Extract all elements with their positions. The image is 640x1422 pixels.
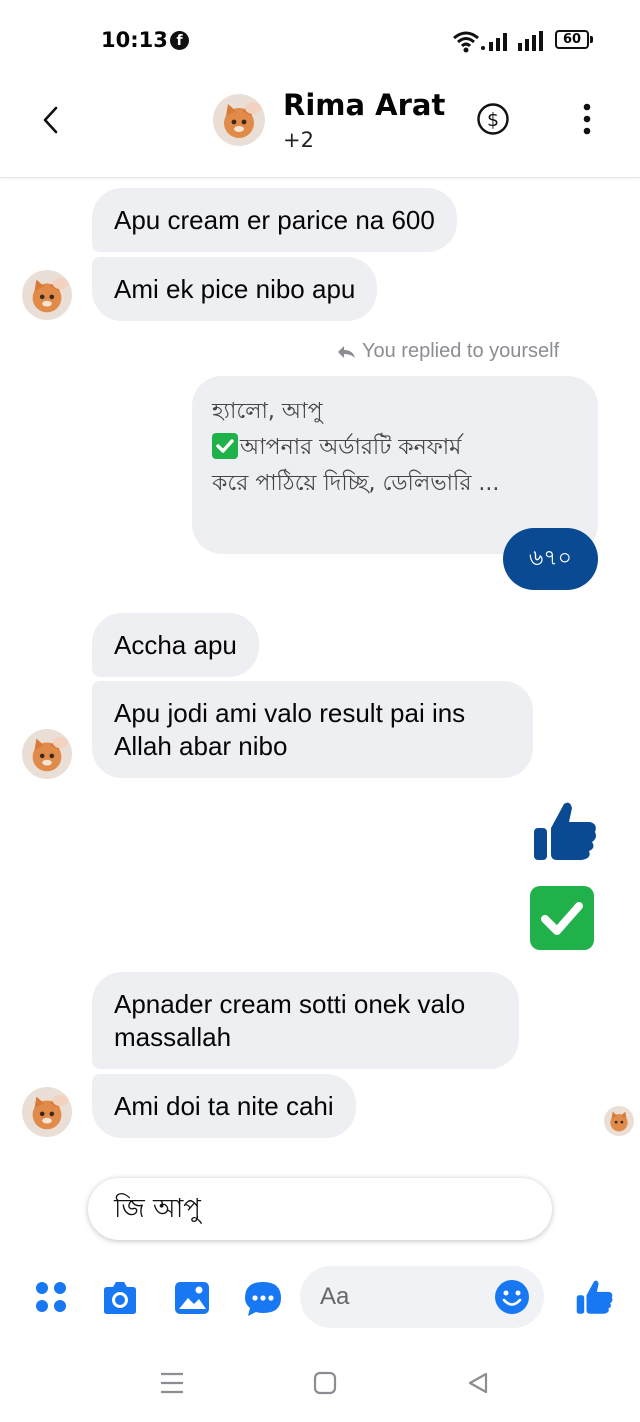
cat-avatar-image bbox=[22, 729, 72, 779]
outgoing-like-sticker[interactable] bbox=[530, 798, 598, 864]
quoted-line: আপনার অর্ডারটি কনফার্ম bbox=[240, 435, 462, 460]
cat-avatar-image bbox=[213, 94, 265, 146]
replied-note: You replied to yourself bbox=[336, 340, 559, 363]
incoming-message[interactable]: Apu jodi ami valo result pai ins Allah a… bbox=[92, 681, 533, 778]
cat-avatar-image bbox=[604, 1106, 634, 1136]
apps-button[interactable] bbox=[34, 1280, 68, 1318]
message-text: Accha apu bbox=[114, 630, 237, 660]
smiley-icon[interactable] bbox=[494, 1279, 530, 1315]
more-vertical-icon bbox=[583, 103, 591, 135]
replied-note-text: You replied to yourself bbox=[362, 340, 560, 362]
message-input[interactable] bbox=[320, 1280, 490, 1314]
contact-avatar[interactable] bbox=[213, 94, 265, 146]
cat-avatar-image bbox=[22, 1087, 72, 1137]
contact-name[interactable]: Rima Arat bbox=[283, 88, 445, 122]
chat-extensions-button[interactable] bbox=[243, 1280, 283, 1322]
cat-avatar-image bbox=[22, 270, 72, 320]
message-text: Allah abar nibo bbox=[114, 731, 288, 761]
svg-text:$: $ bbox=[487, 109, 499, 131]
camera-button[interactable] bbox=[100, 1280, 140, 1320]
quoted-line-row: আপনার অর্ডারটি কনফার্ম bbox=[212, 430, 578, 466]
outgoing-message[interactable]: ৬৭০ bbox=[503, 528, 598, 590]
sender-avatar[interactable] bbox=[22, 270, 72, 320]
image-icon bbox=[175, 1282, 209, 1314]
sender-avatar[interactable] bbox=[22, 1087, 72, 1137]
gallery-button[interactable] bbox=[173, 1280, 211, 1320]
menu-icon[interactable] bbox=[159, 1371, 185, 1395]
message-text: Ami doi ta nite cahi bbox=[114, 1091, 334, 1121]
check-mark-icon bbox=[212, 433, 238, 459]
back-button[interactable] bbox=[34, 102, 70, 138]
chevron-left-icon bbox=[43, 106, 58, 134]
message-composer bbox=[0, 1262, 640, 1336]
message-input-container[interactable] bbox=[300, 1266, 544, 1328]
message-text: Apu cream er parice na 600 bbox=[114, 205, 435, 235]
system-navigation-bar bbox=[0, 1350, 640, 1422]
quoted-line: হ্যালো, আপু bbox=[212, 399, 323, 424]
message-text: Apu jodi ami valo result pai ins bbox=[114, 698, 466, 728]
status-bar: 10:13 f 60 bbox=[0, 0, 640, 80]
incoming-message[interactable]: Ami ek pice nibo apu bbox=[92, 257, 378, 321]
incoming-message[interactable]: Apu cream er parice na 600 bbox=[92, 188, 457, 252]
messenger-bubble-icon bbox=[245, 1282, 281, 1316]
message-text: ৬৭০ bbox=[529, 546, 572, 571]
message-text: Ami ek pice nibo apu bbox=[114, 274, 356, 304]
message-text: massallah bbox=[114, 1022, 232, 1052]
more-options-button[interactable] bbox=[575, 102, 599, 136]
like-button[interactable] bbox=[574, 1278, 614, 1320]
payment-button[interactable]: $ bbox=[476, 102, 510, 136]
thumbs-up-icon bbox=[576, 1280, 613, 1314]
participant-count: +2 bbox=[283, 128, 314, 152]
signal-icon bbox=[481, 33, 507, 51]
signal-icon-2 bbox=[518, 31, 543, 51]
status-time: 10:13 bbox=[101, 28, 168, 52]
four-dots-icon bbox=[36, 1282, 66, 1312]
thumbs-up-icon bbox=[534, 802, 596, 860]
quoted-line: করে পাঠিয়ে দিচ্ছি, ডেলিভারি ... bbox=[212, 471, 500, 496]
back-nav-icon[interactable] bbox=[466, 1371, 490, 1395]
seen-receipt-avatar bbox=[604, 1106, 634, 1136]
reply-icon bbox=[338, 345, 355, 358]
quick-reply-suggestion[interactable]: জি আপু bbox=[88, 1178, 552, 1240]
battery-indicator: 60 bbox=[555, 30, 589, 49]
wifi-icon bbox=[453, 31, 479, 53]
battery-tip bbox=[590, 36, 593, 43]
sender-avatar[interactable] bbox=[22, 729, 72, 779]
facebook-notification-icon: f bbox=[170, 31, 189, 50]
incoming-message[interactable]: Accha apu bbox=[92, 613, 259, 677]
system-icons: 60 bbox=[452, 27, 602, 55]
camera-icon bbox=[104, 1282, 136, 1314]
check-mark-icon bbox=[541, 902, 583, 935]
chat-header: Rima Arat +2 $ bbox=[0, 80, 640, 178]
incoming-message[interactable]: Apnader cream sotti onek valo massallah bbox=[92, 972, 519, 1069]
dollar-icon: $ bbox=[477, 103, 509, 135]
quick-reply-text: জি আপু bbox=[114, 1194, 201, 1224]
incoming-message[interactable]: Ami doi ta nite cahi bbox=[92, 1074, 356, 1138]
outgoing-check-emoji[interactable] bbox=[530, 886, 594, 950]
home-icon[interactable] bbox=[313, 1371, 337, 1395]
message-text: Apnader cream sotti onek valo bbox=[114, 989, 466, 1019]
